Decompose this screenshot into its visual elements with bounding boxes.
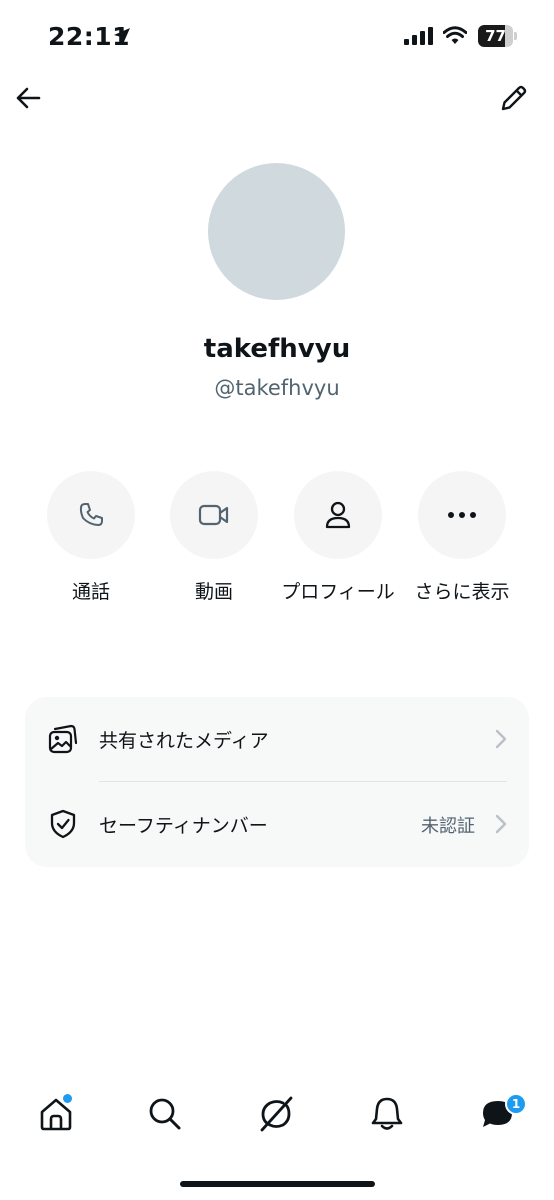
- verification-status: 未認証: [421, 816, 475, 837]
- avatar[interactable]: [208, 163, 345, 300]
- pencil-icon: [501, 85, 527, 111]
- display-name: takefhvyu: [203, 334, 351, 364]
- nav-home[interactable]: [37, 1094, 77, 1135]
- person-icon: [325, 501, 351, 529]
- bottom-nav: 1: [0, 1085, 554, 1145]
- chevron-right-icon: [495, 814, 507, 838]
- call-action[interactable]: 通話: [31, 471, 151, 605]
- call-label: 通話: [71, 581, 110, 603]
- safety-number-label: セーフティナンバー: [99, 815, 268, 837]
- status-bar: 22:11 77: [0, 0, 554, 70]
- video-action[interactable]: 動画: [154, 471, 274, 605]
- nav-grok[interactable]: [257, 1095, 297, 1135]
- more-button[interactable]: [418, 471, 506, 559]
- wifi-icon: [442, 25, 468, 49]
- battery-level: 77: [485, 27, 506, 45]
- profile-label: プロフィール: [281, 581, 395, 603]
- safety-number-row[interactable]: セーフティナンバー 未認証: [25, 782, 529, 866]
- video-icon: [198, 504, 229, 526]
- search-icon: [149, 1098, 181, 1130]
- cellular-signal-icon: [404, 27, 434, 49]
- battery-icon: 77: [478, 25, 517, 47]
- nav-search[interactable]: [146, 1095, 186, 1135]
- user-handle: @takefhvyu: [214, 376, 340, 400]
- back-button[interactable]: [12, 82, 44, 114]
- profile-action[interactable]: プロフィール: [278, 471, 398, 605]
- nav-notifications[interactable]: [368, 1095, 408, 1135]
- media-icon: [47, 723, 79, 755]
- home-notification-dot: [63, 1094, 72, 1103]
- shared-media-row[interactable]: 共有されたメディア: [25, 697, 529, 782]
- more-icon: [448, 512, 476, 518]
- more-action[interactable]: さらに表示: [402, 471, 522, 605]
- settings-card: 共有されたメディア セーフティナンバー 未認証: [25, 697, 529, 867]
- call-button[interactable]: [47, 471, 135, 559]
- messages-badge: 1: [505, 1093, 527, 1115]
- video-button[interactable]: [170, 471, 258, 559]
- shield-check-icon: [47, 808, 79, 840]
- location-arrow-icon: [112, 26, 132, 50]
- more-label: さらに表示: [414, 581, 510, 603]
- home-indicator: [180, 1181, 375, 1187]
- profile-button[interactable]: [294, 471, 382, 559]
- shared-media-label: 共有されたメディア: [99, 730, 269, 752]
- arrow-left-icon: [16, 87, 41, 109]
- chevron-right-icon: [495, 729, 507, 753]
- bell-icon: [371, 1097, 403, 1130]
- video-label: 動画: [194, 581, 233, 603]
- grok-icon: [260, 1096, 293, 1132]
- phone-icon: [79, 503, 103, 526]
- edit-button[interactable]: [498, 82, 530, 114]
